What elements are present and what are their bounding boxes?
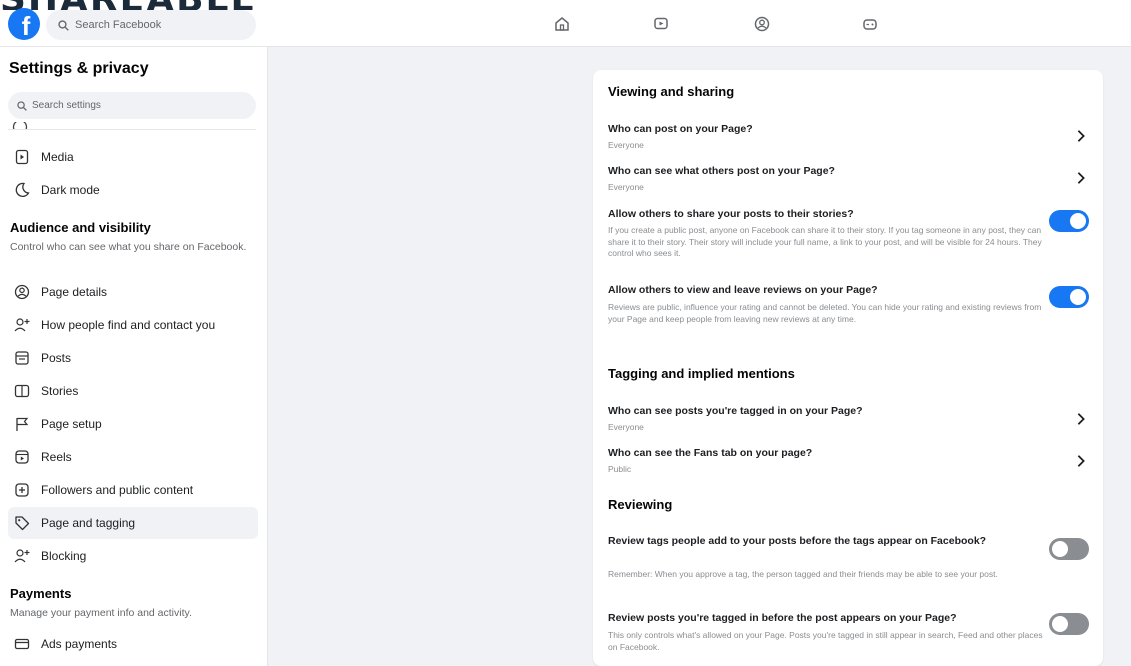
sidebar-item-posts[interactable]: Posts: [8, 342, 258, 374]
settings-search-input[interactable]: Search settings: [8, 92, 256, 119]
toggle-knob: [1052, 541, 1068, 557]
setting-description: If you create a public post, anyone on F…: [608, 225, 1042, 258]
sidebar-item-label: Posts: [41, 351, 72, 365]
sidebar-item-reels[interactable]: Reels: [8, 441, 258, 473]
setting-title: Allow others to share your posts to thei…: [608, 208, 854, 220]
sidebar-item-dark-mode[interactable]: Dark mode: [8, 174, 258, 206]
sidebar-item-label: Page and tagging: [41, 516, 136, 530]
tag-icon: [11, 512, 33, 534]
reviewing-heading: Reviewing: [608, 497, 673, 512]
review-tags-toggle[interactable]: [1049, 538, 1089, 560]
setting-title: Who can see the Fans tab on your page?: [608, 447, 813, 459]
setting-description: Reviews are public, influence your ratin…: [608, 302, 1042, 324]
setting-title: Who can see what others post on your Pag…: [608, 165, 835, 177]
sidebar-divider: [8, 129, 256, 130]
search-icon: [58, 19, 69, 31]
sidebar-item-label: Reels: [41, 450, 72, 464]
payments-section-description: Manage your payment info and activity.: [10, 607, 192, 619]
reels-icon: [11, 446, 33, 468]
sidebar-item-label: Page details: [41, 285, 108, 299]
moon-icon: [11, 179, 33, 201]
setting-value: Everyone: [608, 182, 644, 192]
payments-section-heading: Payments: [10, 586, 72, 601]
share-to-stories-toggle[interactable]: [1049, 210, 1089, 232]
toggle-knob: [1052, 616, 1068, 632]
watch-icon[interactable]: [651, 14, 671, 34]
search-icon: [17, 100, 27, 111]
setting-title: Review tags people add to your posts bef…: [608, 535, 987, 547]
sidebar-item-find-contact[interactable]: How people find and contact you: [8, 309, 258, 341]
chevron-right-icon[interactable]: [1074, 171, 1088, 185]
media-icon: [11, 146, 33, 168]
sidebar-item-page-setup[interactable]: Page setup: [8, 408, 258, 440]
gaming-icon[interactable]: [860, 14, 880, 34]
setting-description: This only controls what's allowed on you…: [608, 630, 1043, 652]
facebook-search-input[interactable]: Search Facebook: [46, 10, 256, 40]
audience-section-description: Control who can see what you share on Fa…: [10, 241, 247, 253]
toggle-knob: [1070, 213, 1086, 229]
setting-value: Everyone: [608, 140, 644, 150]
sidebar-item-label: Stories: [41, 384, 79, 398]
setting-title: Review posts you're tagged in before the…: [608, 612, 957, 624]
sidebar-item-media[interactable]: Media: [8, 141, 258, 173]
sidebar-item-blocking[interactable]: Blocking: [8, 540, 258, 572]
setting-title: Who can post on your Page?: [608, 123, 753, 135]
settings-search-placeholder: Search settings: [32, 100, 101, 111]
setting-value: Public: [608, 464, 632, 474]
sidebar-item-label: Blocking: [41, 549, 87, 563]
sidebar-title: Settings & privacy: [9, 60, 149, 77]
audience-section-heading: Audience and visibility: [10, 220, 151, 235]
page-details-icon: [11, 281, 33, 303]
top-navigation-bar: SHAREABLE f Search Facebook: [0, 0, 1131, 47]
sidebar-item-label: Followers and public content: [41, 483, 194, 497]
setting-title: Allow others to view and leave reviews o…: [608, 284, 878, 296]
reviews-toggle[interactable]: [1049, 286, 1089, 308]
facebook-logo-icon[interactable]: f: [8, 8, 40, 40]
toggle-knob: [1070, 289, 1086, 305]
sidebar-item-label: How people find and contact you: [41, 318, 216, 332]
credit-card-icon: [11, 633, 33, 655]
sidebar-item-page-details[interactable]: Page details: [8, 276, 258, 308]
chevron-right-icon[interactable]: [1074, 129, 1088, 143]
sidebar-item-label: Media: [41, 150, 74, 164]
posts-icon: [11, 347, 33, 369]
chevron-right-icon[interactable]: [1074, 454, 1088, 468]
viewing-sharing-heading: Viewing and sharing: [608, 84, 735, 99]
sidebar-item-label: Dark mode: [41, 183, 100, 197]
setting-value: Everyone: [608, 422, 644, 432]
setting-title: Who can see posts you're tagged in on yo…: [608, 405, 863, 417]
tagging-heading: Tagging and implied mentions: [608, 366, 795, 381]
settings-panel: Viewing and sharing Who can post on your…: [593, 70, 1103, 666]
sidebar-item-followers[interactable]: Followers and public content: [8, 474, 258, 506]
sidebar-item-stories[interactable]: Stories: [8, 375, 258, 407]
profile-icon[interactable]: [752, 14, 772, 34]
sidebar-item-label: Ads payments: [41, 637, 118, 651]
flag-icon: [11, 413, 33, 435]
home-icon[interactable]: [552, 14, 572, 34]
sidebar-item-label: Page setup: [41, 417, 102, 431]
block-user-icon: [11, 545, 33, 567]
stories-icon: [11, 380, 33, 402]
watermark-text: SHAREABLE: [0, 0, 257, 10]
sidebar-item-ads-payments[interactable]: Ads payments: [8, 628, 258, 660]
sidebar-item-page-and-tagging[interactable]: Page and tagging: [8, 507, 258, 539]
settings-sidebar: Settings & privacy Search settings Media…: [0, 47, 268, 666]
review-posts-toggle[interactable]: [1049, 613, 1089, 635]
chevron-right-icon[interactable]: [1074, 412, 1088, 426]
followers-icon: [11, 479, 33, 501]
search-placeholder: Search Facebook: [75, 19, 162, 31]
logo-letter: f: [21, 11, 31, 40]
setting-description: Remember: When you approve a tag, the pe…: [608, 569, 998, 579]
person-add-icon: [11, 314, 33, 336]
